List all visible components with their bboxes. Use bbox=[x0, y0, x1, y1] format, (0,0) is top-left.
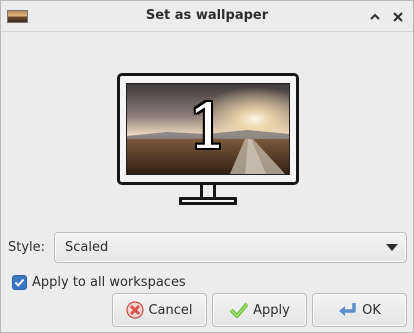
close-icon bbox=[393, 12, 403, 22]
style-selected-value: Scaled bbox=[65, 240, 109, 255]
checkmark-icon bbox=[14, 278, 25, 287]
chevron-up-icon bbox=[370, 13, 380, 20]
checkmark-apply-icon bbox=[229, 302, 249, 318]
ok-button-label: OK bbox=[362, 302, 381, 318]
style-label: Style: bbox=[8, 240, 46, 255]
rollup-button[interactable] bbox=[365, 7, 385, 27]
style-dropdown[interactable]: Scaled bbox=[54, 232, 407, 263]
set-wallpaper-dialog: Set as wallpaper 1 Style: Scaled Apply t… bbox=[0, 0, 414, 333]
cancel-button[interactable]: Cancel bbox=[112, 293, 207, 327]
enter-arrow-icon bbox=[339, 303, 356, 316]
ok-button[interactable]: OK bbox=[312, 293, 407, 327]
apply-button[interactable]: Apply bbox=[212, 293, 307, 327]
window-title: Set as wallpaper bbox=[145, 8, 269, 23]
apply-button-label: Apply bbox=[253, 302, 290, 318]
workspace-number: 1 bbox=[188, 90, 228, 163]
close-button[interactable] bbox=[388, 7, 408, 27]
title-bar[interactable]: Set as wallpaper bbox=[1, 1, 413, 32]
monitor-preview: 1 bbox=[117, 73, 299, 185]
cancel-button-label: Cancel bbox=[148, 302, 193, 318]
wallpaper-preview-image: 1 bbox=[126, 83, 290, 175]
apply-all-label: Apply to all workspaces bbox=[32, 275, 186, 290]
dropdown-arrow-icon bbox=[386, 244, 398, 251]
apply-all-checkbox[interactable] bbox=[12, 275, 27, 290]
cancel-icon bbox=[126, 301, 145, 319]
monitor-stand-base bbox=[179, 197, 237, 205]
